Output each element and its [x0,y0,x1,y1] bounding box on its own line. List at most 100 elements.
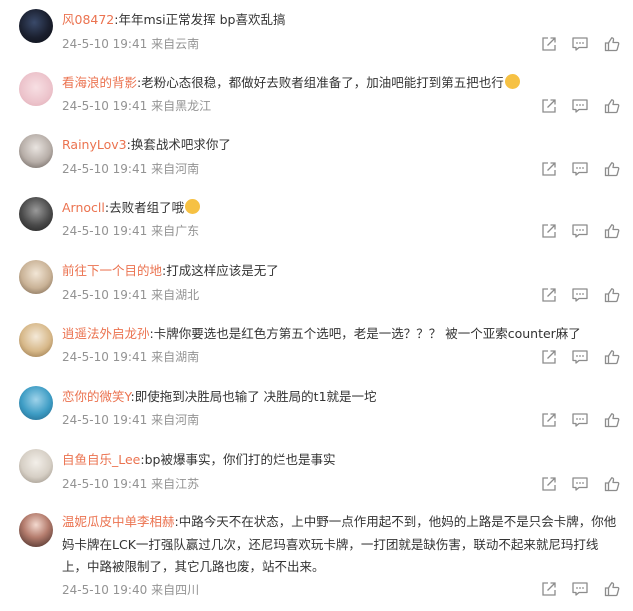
comment-content: 即使拖到决胜局也输了 决胜局的t1就是一坨 [134,389,377,404]
comment-actions [540,35,622,53]
comment-author[interactable]: 风08472 [62,12,114,27]
share-icon[interactable] [540,286,558,304]
thumbs-up-icon[interactable] [603,411,621,429]
comment-time: 24-5-10 19:41 [62,413,148,427]
thumbs-up-icon[interactable] [603,35,621,53]
comment-text: RainyLov3:换套战术吧求你了 [62,137,231,152]
comment-icon[interactable] [571,160,589,178]
thumbs-up-icon[interactable] [603,348,621,366]
comment-location: 来自湖北 [151,288,200,302]
comment-content: bp被爆事实，你们打的烂也是事实 [144,452,336,467]
comment-actions [540,475,622,493]
comment-time: 24-5-10 19:41 [62,224,148,238]
comment-meta: 24-5-10 19:41 来自江苏 [62,475,199,492]
comment-time: 24-5-10 19:41 [62,350,148,364]
comment-icon[interactable] [571,222,589,240]
thumbs-up-icon[interactable] [603,222,621,240]
share-icon[interactable] [540,348,558,366]
comment-meta: 24-5-10 19:41 来自湖北 [62,286,199,303]
comment-meta: 24-5-10 19:41 来自河南 [62,411,199,428]
comment-actions [540,348,622,366]
share-icon[interactable] [540,222,558,240]
comment-actions [540,97,622,115]
comment-time: 24-5-10 19:41 [62,37,148,51]
share-icon[interactable] [540,97,558,115]
comment-author[interactable]: 逍遥法外启龙孙 [62,326,150,341]
comment-actions [540,160,622,178]
comment-author[interactable]: 看海浪的背影 [62,75,137,90]
thumbs-up-icon[interactable] [603,475,621,493]
comment-author[interactable]: 前往下一个目的地 [62,263,162,278]
comment-icon[interactable] [571,286,589,304]
comment-content: 打成这样应该是无了 [166,263,279,278]
share-icon[interactable] [540,475,558,493]
comment-content: 老粉心态很稳，都做好去败者组准备了，加油吧能打到第五把也行 [141,75,504,90]
avatar[interactable] [19,72,53,106]
share-icon[interactable] [540,411,558,429]
comment-text: 看海浪的背影:老粉心态很稳，都做好去败者组准备了，加油吧能打到第五把也行 [62,72,618,93]
comment-actions [540,411,622,429]
share-icon[interactable] [540,580,558,598]
comment-icon[interactable] [571,348,589,366]
comment-text: 前往下一个目的地:打成这样应该是无了 [62,263,279,278]
laughing-emoji-icon [504,74,520,89]
thumbs-up-icon[interactable] [603,97,621,115]
comment-meta: 24-5-10 19:41 来自云南 [62,35,199,52]
comment-icon[interactable] [571,35,589,53]
comment-location: 来自广东 [151,224,200,238]
comment-author[interactable]: 温妮瓜皮中单李相赫 [62,514,175,529]
comment-author[interactable]: RainyLov3 [62,137,127,152]
comment-text: 温妮瓜皮中单李相赫:中路今天不在状态，上中野一点作用起不到，他妈的上路是不是只会… [62,514,617,574]
comment-time: 24-5-10 19:41 [62,162,148,176]
comment-actions [540,222,622,240]
comment-location: 来自云南 [151,37,200,51]
thumbs-up-icon[interactable] [603,286,621,304]
thumbs-up-icon[interactable] [603,160,621,178]
comment-icon[interactable] [571,97,589,115]
avatar[interactable] [19,260,53,294]
comment-location: 来自湖南 [151,350,200,364]
avatar[interactable] [19,9,53,43]
comment-author[interactable]: 恋你的微笑Y [62,389,130,404]
avatar[interactable] [19,449,53,483]
share-icon[interactable] [540,35,558,53]
comment-location: 来自四川 [151,583,200,597]
comment-meta: 24-5-10 19:41 来自湖南 [62,348,199,365]
comment-location: 来自黑龙江 [151,99,212,113]
comment-time: 24-5-10 19:41 [62,288,148,302]
comment-list: 风08472:年年msi正常发挥 bp喜欢乱搞 24-5-10 19:41 来自… [0,0,633,611]
comment-location: 来自河南 [151,413,200,427]
comment-time: 24-5-10 19:41 [62,99,148,113]
avatar[interactable] [19,513,53,547]
comment-icon[interactable] [571,411,589,429]
comment-text: 自鱼自乐_Lee:bp被爆事实，你们打的烂也是事实 [62,452,336,467]
comment-time: 24-5-10 19:41 [62,477,148,491]
comment-actions [540,286,622,304]
comment-meta: 24-5-10 19:40 来自四川 [62,581,199,598]
comment-meta: 24-5-10 19:41 来自河南 [62,160,199,177]
comment-icon[interactable] [571,580,589,598]
comment-author[interactable]: Arnocll [62,200,105,215]
avatar[interactable] [19,197,53,231]
avatar[interactable] [19,386,53,420]
comment-content: 年年msi正常发挥 bp喜欢乱搞 [118,12,286,27]
comment-location: 来自江苏 [151,477,200,491]
comment-content: 卡牌你要选也是红色方第五个选吧，老是一选？？？ 被一个亚索counter麻了 [153,326,581,341]
comment-content: 换套战术吧求你了 [130,137,231,152]
comment-time: 24-5-10 19:40 [62,583,148,597]
share-icon[interactable] [540,160,558,178]
comment-text: 逍遥法外启龙孙:卡牌你要选也是红色方第五个选吧，老是一选？？？ 被一个亚索cou… [62,326,581,341]
comment-text: 风08472:年年msi正常发挥 bp喜欢乱搞 [62,12,286,27]
shocked-emoji-icon [185,199,201,214]
comment-meta: 24-5-10 19:41 来自黑龙江 [62,97,211,114]
comment-author[interactable]: 自鱼自乐_Lee [62,452,140,467]
avatar[interactable] [19,134,53,168]
comment-actions [540,580,622,598]
comment-text: Arnocll:去败者组了哦 [62,197,618,218]
comment-meta: 24-5-10 19:41 来自广东 [62,222,199,239]
comment-text: 恋你的微笑Y:即使拖到决胜局也输了 决胜局的t1就是一坨 [62,389,377,404]
avatar[interactable] [19,323,53,357]
comment-icon[interactable] [571,475,589,493]
thumbs-up-icon[interactable] [603,580,621,598]
comment-content: 去败者组了哦 [109,200,185,215]
